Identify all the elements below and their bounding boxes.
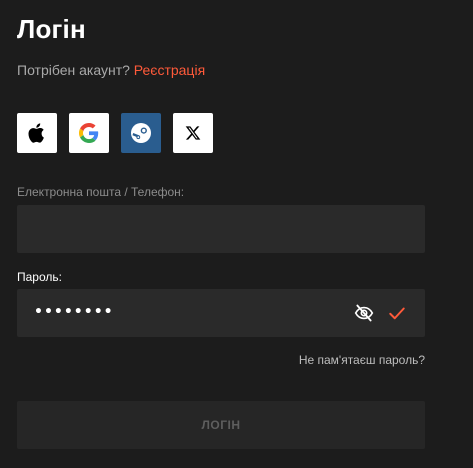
password-field-container[interactable]: •••••••• [17,289,425,337]
check-icon [389,307,405,320]
social-login-row [17,113,213,153]
forgot-password-link[interactable]: Не пам'ятаєш пароль? [299,353,425,367]
email-field-container [17,205,425,253]
signup-link[interactable]: Реєстрація [134,62,205,78]
email-field[interactable] [17,205,337,253]
login-page: Логін Потрібен акаунт? Реєстрація Електр… [0,0,473,468]
eye-slash-icon[interactable] [354,303,374,323]
google-login-button[interactable] [69,113,109,153]
google-icon [79,123,99,143]
apple-icon [28,123,44,143]
steam-icon [131,123,151,143]
x-login-button[interactable] [173,113,213,153]
apple-login-button[interactable] [17,113,57,153]
x-icon [185,126,201,140]
signup-line: Потрібен акаунт? Реєстрація [17,62,205,78]
steam-login-button[interactable] [121,113,161,153]
email-label: Електронна пошта / Телефон: [17,185,185,199]
page-title: Логін [17,14,86,44]
login-button[interactable]: ЛОГІН [17,401,425,449]
password-field[interactable]: •••••••• [34,304,114,320]
signup-prompt: Потрібен акаунт? [17,62,130,78]
password-label: Пароль: [17,270,62,284]
